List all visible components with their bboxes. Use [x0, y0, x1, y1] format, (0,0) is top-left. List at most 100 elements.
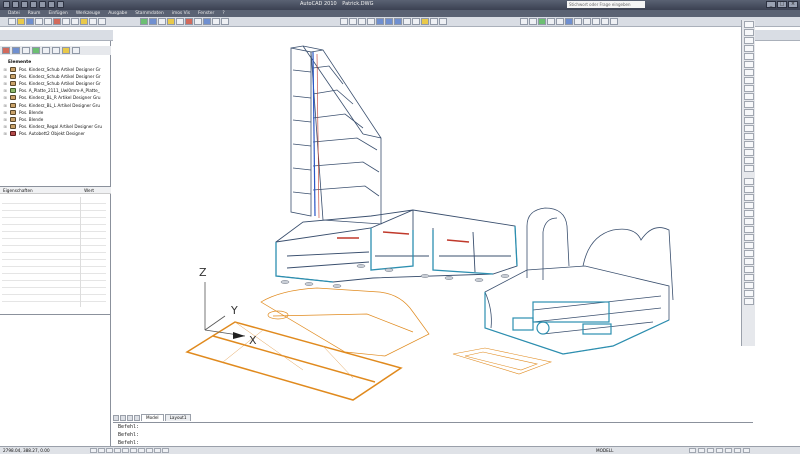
menu-item-werkzeuge[interactable]: Werkzeuge [76, 10, 100, 17]
region-icon[interactable] [743, 149, 754, 156]
expand-icon[interactable]: ⊞ [2, 88, 8, 93]
tab-next-icon[interactable] [127, 415, 133, 421]
chamfer-icon[interactable] [743, 282, 754, 289]
join-icon[interactable] [743, 274, 754, 281]
expand-icon[interactable]: ⊞ [2, 67, 8, 72]
expand-icon[interactable]: ⊞ [2, 103, 8, 108]
expand-icon[interactable]: ⊞ [2, 131, 8, 136]
view-icon[interactable] [203, 18, 211, 25]
tree-item[interactable]: ⊞ Pos. A_Platte_2111_Uwl0mm-A_Platte_ [2, 87, 109, 94]
info-icon[interactable] [601, 18, 609, 25]
expand-icon[interactable]: ⊞ [2, 117, 8, 122]
open-icon[interactable] [17, 18, 25, 25]
object-snap-icon[interactable] [122, 448, 129, 453]
element-help-icon[interactable] [62, 47, 70, 54]
tab-prev-icon[interactable] [120, 415, 126, 421]
snap-mode-icon[interactable] [90, 448, 97, 453]
new-file-icon[interactable] [12, 1, 19, 8]
copy-object-icon[interactable] [743, 186, 754, 193]
element-refresh-icon[interactable] [52, 47, 60, 54]
snap-icon[interactable] [556, 18, 564, 25]
point-icon[interactable] [743, 125, 754, 132]
dynamic-ucs-icon[interactable] [138, 448, 145, 453]
copy-icon[interactable] [62, 18, 70, 25]
close-button[interactable]: × [788, 1, 798, 8]
cursor-coordinates[interactable]: 2798.04, 388.27, 0.00 [3, 447, 50, 454]
open-file-icon[interactable] [21, 1, 28, 8]
render-icon[interactable] [176, 18, 184, 25]
match-properties-icon[interactable] [80, 18, 88, 25]
preview-icon[interactable] [44, 18, 52, 25]
menu-item-datei[interactable]: Datei [8, 10, 20, 17]
quick-properties-icon[interactable] [162, 448, 169, 453]
gradient-icon[interactable] [743, 141, 754, 148]
tree-item[interactable]: ⊞ Pos. Kinderz_Schub Artikel Designer Gr [2, 80, 109, 87]
grid-mode-icon[interactable] [98, 448, 105, 453]
rotate-icon[interactable] [743, 226, 754, 233]
print-icon[interactable] [35, 18, 43, 25]
article-icon[interactable] [149, 18, 157, 25]
tree-item[interactable]: ⊞ Pos. Blende [2, 109, 109, 116]
camera-icon[interactable] [430, 18, 438, 25]
ortho-mode-icon[interactable] [106, 448, 113, 453]
list-icon[interactable] [538, 18, 546, 25]
orbit-icon[interactable] [212, 18, 220, 25]
wall-icon[interactable] [158, 18, 166, 25]
room-icon[interactable] [140, 18, 148, 25]
hide-icon[interactable] [421, 18, 429, 25]
arc-icon[interactable] [743, 61, 754, 68]
element-view-icon[interactable] [12, 47, 20, 54]
new-icon[interactable] [8, 18, 16, 25]
offset-icon[interactable] [743, 202, 754, 209]
grid-icon[interactable] [547, 18, 555, 25]
tab-layout1[interactable]: Layout1 [164, 414, 192, 421]
export-icon[interactable] [574, 18, 582, 25]
properties-grid[interactable] [2, 197, 106, 307]
menu-item-raum[interactable]: Raum [28, 10, 41, 17]
annotation-scale-icon[interactable] [716, 448, 723, 453]
menu-item-stammdaten[interactable]: Stammdaten [135, 10, 163, 17]
make-block-icon[interactable] [743, 117, 754, 124]
redo-icon[interactable] [48, 1, 55, 8]
stretch-icon[interactable] [743, 242, 754, 249]
help-search-input[interactable]: Stichwort oder Frage eingeben [567, 1, 645, 8]
expand-icon[interactable]: ⊞ [2, 95, 8, 100]
shade-icon[interactable] [403, 18, 411, 25]
ellipse-arc-icon[interactable] [743, 101, 754, 108]
workspace-icon[interactable] [725, 448, 732, 453]
circle-icon[interactable] [743, 69, 754, 76]
minimize-button[interactable]: _ [766, 1, 776, 8]
light-icon[interactable] [167, 18, 175, 25]
properties-icon[interactable] [194, 18, 202, 25]
tree-item[interactable]: ⊞ Pos. Kinderz_BL_L Artikel Designer Gru [2, 101, 109, 108]
layer-icon[interactable] [221, 18, 229, 25]
view-front-icon[interactable] [385, 18, 393, 25]
view-iso-icon[interactable] [394, 18, 402, 25]
dimension-icon[interactable] [529, 18, 537, 25]
hatch-icon[interactable] [743, 133, 754, 140]
help-icon[interactable] [610, 18, 618, 25]
polygon-icon[interactable] [743, 45, 754, 52]
pan-status-icon[interactable] [698, 448, 705, 453]
element-box-icon[interactable] [22, 47, 30, 54]
tab-model[interactable]: Model [141, 414, 164, 421]
measure-icon[interactable] [520, 18, 528, 25]
app-menu-icon[interactable] [3, 1, 10, 8]
cut-icon[interactable] [53, 18, 61, 25]
paste-icon[interactable] [71, 18, 79, 25]
ucs-icon[interactable] [439, 18, 447, 25]
save-icon[interactable] [30, 1, 37, 8]
tab-first-icon[interactable] [113, 415, 119, 421]
dynamic-input-icon[interactable] [146, 448, 153, 453]
menu-item-fenster[interactable]: Fenster [198, 10, 214, 17]
construction-line-icon[interactable] [743, 29, 754, 36]
delete-icon[interactable] [185, 18, 193, 25]
tree-item[interactable]: ⊞ Pos. Kinderz_Schub Artikel Designer Gr [2, 66, 109, 73]
element-close-icon[interactable] [72, 47, 80, 54]
extend-icon[interactable] [743, 258, 754, 265]
explode-icon[interactable] [743, 298, 754, 305]
scale-icon[interactable] [743, 234, 754, 241]
tree-item[interactable]: ⊞ Pos. Kinderz_Schub Artikel Designer Gr [2, 73, 109, 80]
view-top-icon[interactable] [376, 18, 384, 25]
undo-icon[interactable] [39, 1, 46, 8]
